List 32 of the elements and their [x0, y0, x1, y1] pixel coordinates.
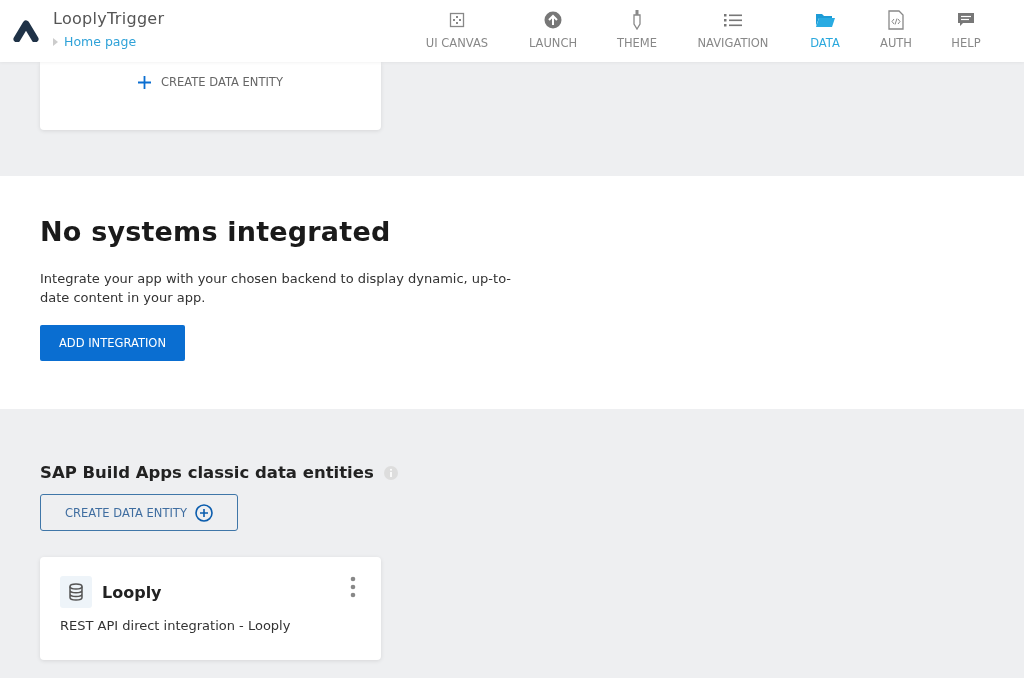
entity-name: Looply: [102, 582, 162, 602]
info-icon: [383, 465, 398, 480]
dropper-icon: [632, 10, 642, 30]
entity-card[interactable]: Looply REST API direct integration - Looply: [40, 557, 381, 660]
app-name: LooplyTrigger: [53, 9, 165, 28]
nav-tab[interactable]: UI CANVAS: [401, 0, 513, 62]
create-entity-button[interactable]: CREATE DATA ENTITY: [40, 494, 238, 531]
entity-description: REST API direct integration - Looply: [60, 618, 292, 633]
upload-icon: [544, 11, 562, 29]
plus-icon: [138, 75, 152, 89]
section-title: SAP Build Apps classic data entities: [40, 463, 374, 482]
add-integration-button[interactable]: ADD INTEGRATION: [40, 325, 185, 361]
database-icon: [60, 576, 92, 608]
nav-tab[interactable]: NAVIGATION: [681, 0, 785, 62]
panel-description: Integrate your app with your chosen backend to display dynamic, up-to-date content in your app.: [40, 270, 512, 307]
plus-circle-icon: [194, 503, 213, 522]
create-entity-button[interactable]: CREATE DATA ENTITY: [138, 75, 283, 89]
breadcrumb-link[interactable]: Home page: [64, 34, 137, 49]
nav-tab[interactable]: THEME: [593, 0, 681, 62]
chat-icon: [957, 12, 975, 28]
logo-icon: [13, 20, 39, 42]
code-file-icon: [888, 10, 904, 30]
nav-tab[interactable]: LAUNCH: [513, 0, 593, 62]
more-icon[interactable]: [349, 576, 357, 598]
folder-icon: [815, 12, 835, 28]
list-icon: [724, 13, 742, 27]
panel-title: No systems integrated: [40, 216, 392, 247]
grid-icon: [449, 12, 465, 28]
nav-tab[interactable]: HELP: [927, 0, 1005, 62]
nav-tab[interactable]: DATA: [785, 0, 865, 62]
nav-tab[interactable]: AUTH: [865, 0, 927, 62]
caret-icon: [53, 37, 58, 46]
